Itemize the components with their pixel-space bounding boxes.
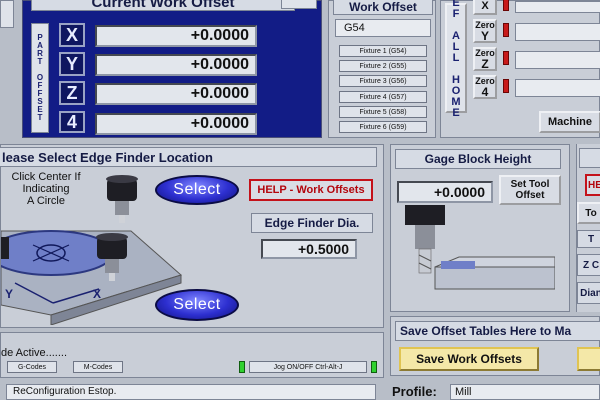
current-work-offset-panel: Current Work Offset PART OFFSET X +0.000…	[22, 0, 322, 138]
mcodes-button[interactable]: M-Codes	[73, 361, 123, 373]
jog-toggle-button[interactable]: Jog ON/OFF Ctrl-Alt-J	[249, 361, 367, 373]
ref-all-home-button[interactable]: EF ALL HOME	[445, 0, 467, 118]
zero-y-axis: Y	[480, 28, 489, 43]
x-ref-box	[515, 1, 600, 13]
machine-button[interactable]: Machine	[539, 111, 600, 133]
profile-value: Mill	[450, 384, 600, 400]
profile-label: Profile:	[392, 384, 437, 399]
zero-4-button[interactable]: Zero 4	[473, 75, 497, 99]
x-home-led	[503, 0, 509, 11]
zero-z-button[interactable]: Zero Z	[473, 47, 497, 71]
top-left-stub	[0, 0, 14, 28]
a4-home-led	[503, 79, 509, 93]
right-edge-panel: HE To T Z C Dian	[576, 144, 600, 312]
save-tool-offsets-button[interactable]	[577, 347, 600, 371]
right-help-button[interactable]: HE	[585, 174, 600, 196]
save-offsets-title: Save Offset Tables Here to Ma	[395, 321, 600, 341]
title-side-box	[281, 0, 317, 9]
fixture-5-button[interactable]: Fixture 5 (G58)	[339, 106, 427, 118]
z-home-led	[503, 51, 509, 65]
zero-x-label: X	[481, 0, 489, 12]
right-edge-title	[579, 148, 600, 168]
fixture-3-button[interactable]: Fixture 3 (G56)	[339, 75, 427, 87]
axis-y-label: Y	[5, 287, 14, 301]
set-tool-line-2: Offset	[515, 190, 545, 201]
edge-finder-dia-value: +0.5000	[261, 239, 357, 259]
gage-block-title: Gage Block Height	[395, 149, 561, 169]
zero-4-axis: 4	[481, 84, 489, 99]
right-zc-label: Z C	[577, 254, 600, 276]
status-message: ReConfiguration Estop.	[6, 384, 376, 400]
zero-x-button[interactable]: X	[473, 0, 497, 15]
right-to-button[interactable]: To	[577, 202, 600, 224]
a4-ref-box	[515, 79, 600, 97]
current-fixture-display: G54	[335, 19, 431, 37]
select-top-button[interactable]: Select	[155, 175, 239, 205]
axis-x-label: X	[93, 287, 102, 301]
help-work-offsets-button[interactable]: HELP - Work Offsets	[249, 179, 373, 201]
fixture-4-button[interactable]: Fixture 4 (G57)	[339, 91, 427, 103]
save-offsets-panel: Save Offset Tables Here to Ma Save Work …	[390, 316, 600, 376]
axis-button-4[interactable]: 4	[59, 111, 85, 133]
mode-active-label: de Active.......	[1, 347, 68, 359]
work-offset-4-value: +0.0000	[95, 113, 257, 135]
set-tool-offset-button[interactable]: Set Tool Offset	[499, 175, 561, 205]
gage-block-value: +0.0000	[397, 181, 493, 203]
part-offset-side-label: PART OFFSET	[31, 23, 49, 133]
gage-block-diagram	[405, 205, 555, 290]
ref-all-home-panel: EF ALL HOME X Zero Y Zero Z Zero 4 Machi…	[440, 0, 600, 138]
y-ref-box	[515, 23, 600, 41]
zero-z-axis: Z	[481, 56, 489, 71]
zero-y-button[interactable]: Zero Y	[473, 19, 497, 43]
edge-finder-panel: lease Select Edge Finder Location Click …	[0, 144, 384, 328]
jog-left-led	[239, 361, 245, 373]
fixture-panel: Work Offset G54 Fixture 1 (G54) Fixture …	[328, 0, 436, 138]
mode-panel: de Active....... G-Codes M-Codes Jog ON/…	[0, 332, 384, 378]
select-bottom-button[interactable]: Select	[155, 289, 239, 321]
y-home-led	[503, 23, 509, 37]
jog-right-led	[371, 361, 377, 373]
save-work-offsets-button[interactable]: Save Work Offsets	[399, 347, 539, 371]
axis-button-y[interactable]: Y	[59, 52, 85, 76]
fixture-6-button[interactable]: Fixture 6 (G59)	[339, 121, 427, 133]
status-bar: ReConfiguration Estop. Profile: Mill	[0, 382, 600, 400]
work-offset-z-value: +0.0000	[95, 83, 257, 105]
fixture-panel-title: Work Offset	[333, 0, 433, 15]
edge-finder-title: lease Select Edge Finder Location	[0, 147, 377, 167]
current-work-offset-title: Current Work Offset	[31, 0, 295, 11]
axis-button-z[interactable]: Z	[59, 81, 85, 105]
set-tool-line-1: Set Tool	[510, 179, 550, 190]
edge-finder-dia-label: Edge Finder Dia.	[251, 213, 373, 233]
gage-block-panel: Gage Block Height +0.0000 Set Tool Offse…	[390, 144, 570, 312]
work-offset-y-value: +0.0000	[95, 54, 257, 76]
fixture-2-button[interactable]: Fixture 2 (G55)	[339, 60, 427, 72]
gcodes-button[interactable]: G-Codes	[7, 361, 57, 373]
axis-button-x[interactable]: X	[59, 23, 85, 47]
fixture-1-button[interactable]: Fixture 1 (G54)	[339, 45, 427, 57]
right-t-label: T	[577, 230, 600, 248]
work-offset-x-value: +0.0000	[95, 25, 257, 47]
z-ref-box	[515, 51, 600, 69]
right-dia-label: Dian	[577, 282, 600, 304]
